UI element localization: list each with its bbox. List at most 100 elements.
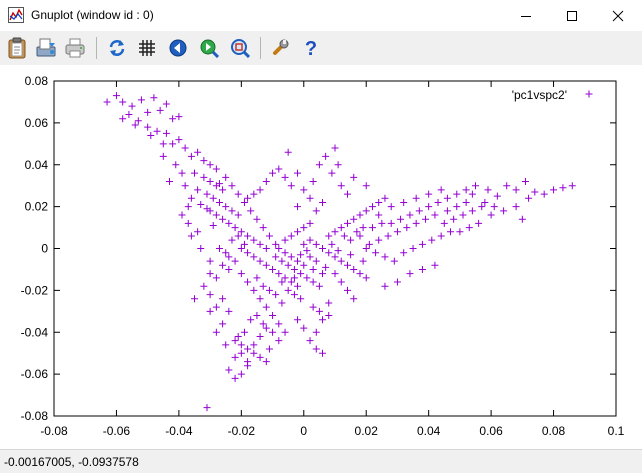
autoscale-button[interactable]	[228, 36, 252, 60]
clipboard-icon	[8, 37, 26, 59]
data-point	[450, 215, 458, 223]
data-point	[231, 224, 239, 232]
data-point	[478, 203, 486, 211]
data-point	[184, 219, 192, 227]
data-point	[456, 228, 464, 236]
data-point	[275, 337, 283, 345]
data-point	[203, 190, 211, 198]
data-point	[237, 245, 245, 252]
data-point	[294, 257, 302, 265]
data-point	[253, 312, 261, 319]
print-button[interactable]	[63, 36, 87, 60]
next-zoom-button[interactable]	[197, 36, 221, 60]
svg-text:?: ?	[305, 38, 317, 59]
data-point	[119, 98, 127, 106]
plot-area[interactable]: -0.08 -0.06 -0.04 -0.02 0 0.02 0.04 0.06 0.08 0.1…	[0, 65, 642, 449]
legend-marker	[585, 90, 593, 98]
data-point	[300, 224, 308, 232]
title-bar: Gnuplot (window id : 0)	[0, 0, 642, 31]
data-point	[200, 173, 208, 181]
minimize-button[interactable]	[503, 0, 549, 31]
data-point	[350, 173, 358, 181]
data-point	[209, 221, 217, 229]
data-point	[262, 178, 270, 185]
help-icon: ?	[305, 38, 317, 59]
legend-label: 'pc1vspc2'	[512, 88, 567, 102]
data-point	[297, 295, 305, 303]
data-point	[131, 121, 139, 129]
data-point	[294, 169, 302, 177]
data-point	[262, 261, 270, 269]
data-point	[237, 349, 245, 357]
data-point	[137, 96, 145, 104]
data-point	[134, 117, 142, 125]
data-point	[125, 111, 133, 118]
scatter-chart[interactable]: -0.08 -0.06 -0.04 -0.02 0 0.02 0.04 0.06 0.08 0.1…	[0, 65, 642, 449]
replot-button[interactable]	[105, 36, 129, 60]
data-point	[325, 312, 333, 319]
data-point	[300, 261, 308, 269]
data-point	[443, 207, 451, 215]
data-point	[219, 186, 227, 194]
data-point	[250, 286, 258, 294]
data-point	[250, 341, 258, 349]
data-point	[187, 152, 195, 160]
y-tick-label: 0.04	[25, 158, 49, 172]
data-point	[219, 320, 227, 328]
data-point	[312, 257, 320, 265]
data-point	[228, 236, 236, 244]
data-point	[384, 232, 392, 240]
data-point	[162, 100, 170, 108]
chart-axes: -0.08 -0.06 -0.04 -0.02 0 0.02 0.04 0.06 0.08 0.1…	[21, 74, 625, 438]
data-point	[197, 245, 205, 252]
data-point	[418, 265, 426, 273]
data-point	[319, 198, 327, 206]
data-point	[309, 178, 317, 185]
data-point	[334, 247, 342, 255]
data-point	[375, 236, 383, 244]
next-zoom-icon	[200, 39, 219, 58]
data-point	[265, 345, 273, 353]
toggle-grid-button[interactable]	[135, 36, 159, 60]
data-point	[234, 211, 242, 219]
data-point	[265, 286, 273, 294]
y-tick-label: -0.04	[21, 325, 49, 339]
data-point	[222, 249, 230, 257]
data-point	[453, 203, 461, 211]
data-point	[269, 265, 277, 273]
data-point	[381, 194, 389, 202]
data-point	[275, 245, 283, 252]
data-point	[306, 236, 314, 244]
data-point	[175, 136, 183, 144]
data-point	[500, 207, 508, 215]
data-point	[468, 190, 476, 198]
close-button[interactable]	[595, 0, 641, 31]
x-tick-label: -0.04	[165, 424, 193, 438]
print-preview-button[interactable]	[34, 36, 58, 60]
data-point	[368, 224, 376, 232]
x-tick-label: -0.08	[40, 424, 68, 438]
data-point	[322, 263, 330, 271]
data-point	[237, 270, 245, 278]
data-point	[381, 282, 389, 290]
data-point	[325, 299, 333, 307]
copy-to-clipboard-button[interactable]	[5, 36, 29, 60]
data-point	[159, 152, 167, 160]
data-point	[290, 265, 298, 273]
data-point	[362, 182, 370, 190]
help-button[interactable]: ?	[299, 36, 323, 60]
data-point	[359, 257, 367, 265]
data-point	[215, 198, 223, 206]
data-point	[415, 207, 423, 215]
maximize-button[interactable]	[549, 0, 595, 31]
previous-zoom-button[interactable]	[166, 36, 190, 60]
data-point	[203, 404, 211, 412]
data-point	[234, 190, 242, 198]
data-point	[393, 228, 401, 236]
data-point	[147, 131, 155, 139]
data-point	[206, 257, 214, 265]
data-point	[306, 194, 314, 202]
data-point	[422, 215, 430, 223]
options-button[interactable]	[268, 36, 292, 60]
data-point	[275, 270, 283, 278]
